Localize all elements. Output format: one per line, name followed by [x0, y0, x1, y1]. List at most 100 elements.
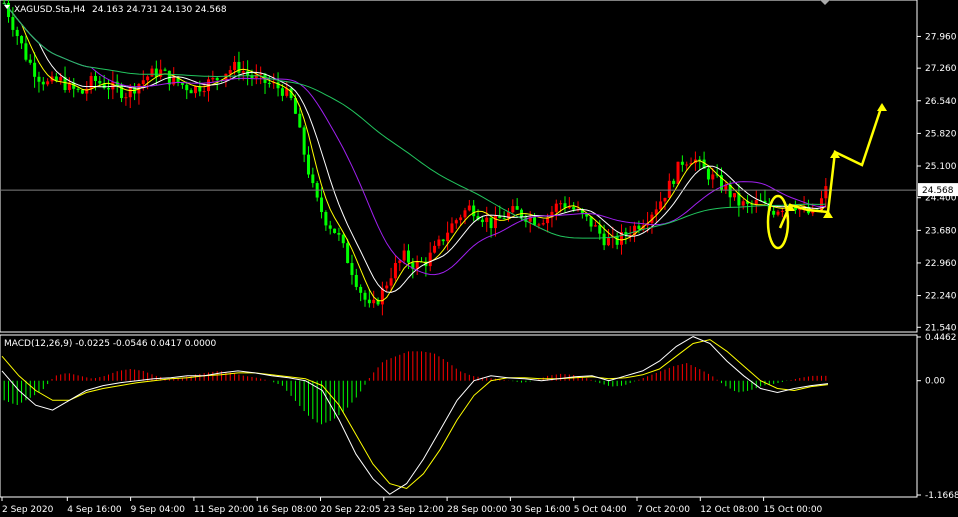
- candle-body: [141, 80, 145, 85]
- price-tick-label: 21.540: [925, 323, 957, 333]
- candle-body: [233, 61, 237, 71]
- candle-body: [824, 186, 828, 199]
- candle-body: [154, 68, 158, 77]
- candle-body: [28, 59, 32, 63]
- candle-body: [107, 88, 111, 90]
- candle-body: [46, 81, 50, 85]
- candle-body: [741, 201, 745, 206]
- candle-body: [111, 81, 115, 90]
- candle-body: [780, 210, 784, 212]
- candle-body: [98, 80, 102, 84]
- candle-body: [663, 197, 667, 202]
- candle-body: [485, 217, 489, 223]
- price-tick-label: 26.540: [925, 97, 957, 107]
- candle-body: [241, 71, 245, 73]
- candle-body: [776, 211, 780, 215]
- candle-body: [328, 225, 332, 229]
- candle-body: [280, 88, 284, 96]
- candle-body: [298, 113, 302, 128]
- candle-body: [467, 205, 471, 211]
- candle-body: [180, 83, 184, 85]
- candle-body: [593, 225, 597, 227]
- price-tick-label: 25.820: [925, 129, 957, 139]
- candle-body: [267, 82, 271, 84]
- candle-body: [15, 29, 19, 37]
- price-tick-label: 22.960: [925, 259, 957, 269]
- candle-body: [380, 288, 384, 305]
- candle-body: [302, 127, 306, 155]
- candle-body: [354, 274, 358, 287]
- candle-body: [463, 210, 467, 218]
- candle-body: [189, 90, 193, 94]
- candle-body: [502, 218, 506, 220]
- candle-body: [733, 193, 737, 198]
- candle-body: [128, 87, 132, 98]
- candle-body: [559, 203, 563, 205]
- candle-body: [37, 76, 41, 82]
- time-tick-label: 4 Sep 16:00: [67, 505, 122, 515]
- candle-body: [124, 97, 128, 99]
- ohlc-readout: 24.163 24.731 24.130 24.568: [92, 5, 227, 15]
- candle-body: [341, 234, 345, 244]
- candle-body: [33, 62, 37, 77]
- candle-body: [350, 263, 354, 275]
- time-tick-label: 23 Sep 12:00: [384, 505, 444, 515]
- candle-body: [320, 197, 324, 213]
- candle-body: [372, 299, 376, 304]
- candle-body: [172, 76, 176, 85]
- macd-tick-label: -1.1668: [925, 491, 958, 501]
- candle-body: [754, 200, 758, 205]
- price-tick-label: 25.100: [925, 162, 957, 172]
- candle-body: [472, 205, 476, 217]
- candle-body: [667, 180, 671, 198]
- candle-body: [163, 69, 167, 71]
- time-tick-label: 11 Sep 20:00: [194, 505, 254, 515]
- macd-label: MACD(12,26,9) -0.0225 -0.0546 0.0417 0.0…: [4, 339, 217, 349]
- candle-body: [537, 224, 541, 226]
- candle-body: [254, 74, 258, 78]
- candle-body: [93, 76, 97, 81]
- candle-body: [433, 245, 437, 253]
- candle-body: [385, 285, 389, 289]
- candle-body: [146, 76, 150, 81]
- candle-body: [533, 217, 537, 225]
- current-price-value: 24.568: [922, 186, 954, 196]
- current-price-tag: 24.568: [918, 183, 958, 197]
- candle-body: [24, 43, 28, 60]
- candle-body: [541, 223, 545, 225]
- candle-body: [80, 89, 84, 94]
- price-tick-label: 23.680: [925, 226, 957, 236]
- candle-body: [402, 250, 406, 261]
- candle-body: [615, 235, 619, 245]
- candle-body: [659, 201, 663, 210]
- candle-body: [311, 174, 315, 184]
- candle-body: [237, 61, 241, 73]
- candle-body: [367, 299, 371, 304]
- candle-body: [363, 292, 367, 300]
- candle-body: [346, 243, 350, 264]
- candle-body: [454, 220, 458, 224]
- time-tick-label: 2 Sep 2020: [2, 505, 54, 515]
- candle-body: [711, 174, 715, 180]
- candle-body: [598, 225, 602, 234]
- candle-body: [259, 73, 263, 75]
- candle-body: [41, 81, 45, 85]
- candle-body: [211, 77, 215, 80]
- candle-body: [193, 86, 197, 94]
- candle-body: [706, 168, 710, 180]
- time-tick-label: 7 Oct 20:00: [637, 505, 690, 515]
- candle-body: [606, 237, 610, 246]
- macd-tick-label: 0.00: [925, 377, 945, 387]
- candle-body: [441, 239, 445, 242]
- candle-body: [676, 161, 680, 184]
- time-tick-label: 30 Sep 16:00: [510, 505, 570, 515]
- chart-canvas[interactable]: XAGUSD.Sta,H4 24.163 24.731 24.130 24.56…: [0, 0, 958, 517]
- price-tick-label: 22.240: [925, 292, 957, 302]
- candle-body: [324, 212, 328, 226]
- candle-body: [437, 239, 441, 246]
- macd-tick-label: 0.4462: [925, 333, 957, 343]
- time-tick-label: 5 Oct 04:00: [574, 505, 627, 515]
- candle-body: [406, 250, 410, 263]
- candle-body: [493, 215, 497, 229]
- candle-body: [11, 17, 15, 30]
